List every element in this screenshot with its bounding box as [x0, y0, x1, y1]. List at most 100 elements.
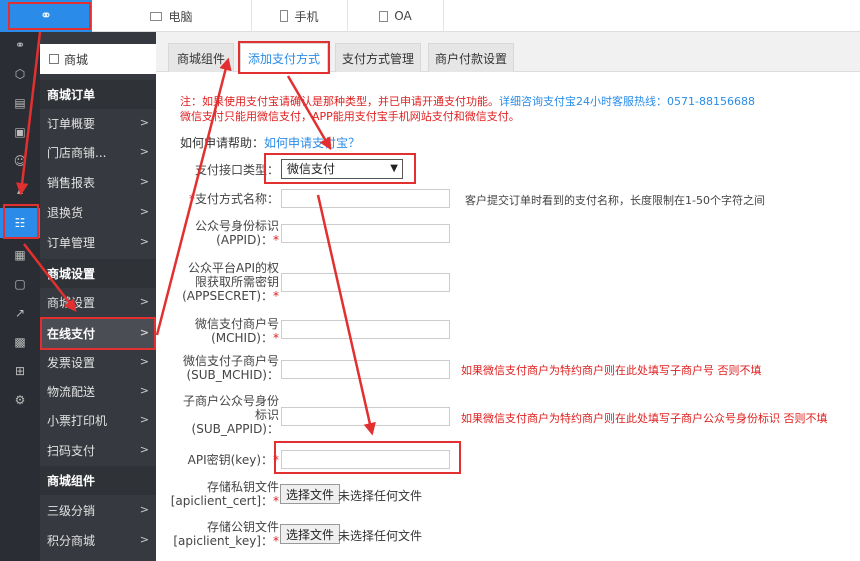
menu-item-label: 积分商城 [47, 534, 96, 548]
rail-cube[interactable]: ⬡ [0, 61, 40, 87]
appsecret-label: 公众平台API的权 限获取所需密钥 (APPSECRET)：* [139, 261, 279, 303]
sub-appid-input[interactable] [281, 407, 450, 426]
mchid-label: 微信支付商户号 (MCHID)：* [139, 317, 279, 345]
notice-red-text: 注：如果使用支付宝请确认是那种类型，并已申请开通支付功能。 [180, 95, 499, 108]
top-tab-label: 手机 [294, 9, 319, 24]
cert-file-button[interactable]: 选择文件 [280, 484, 341, 504]
main-content: 商城组件 添加支付方式 支付方式管理 商户付款设置 注：如果使用支付宝请确认是那… [156, 32, 860, 561]
top-tab-desktop[interactable]: 电脑 [92, 0, 252, 32]
notice-line-2: 微信支付只能用微信支付，APP能用支付宝手机网站支付和微信支付。 [180, 110, 520, 123]
rail-link[interactable]: ⚭ [0, 32, 40, 58]
phone-icon [280, 10, 289, 22]
required-mark: * [273, 233, 279, 247]
menu-item-label: 订单概要 [47, 117, 96, 131]
rail-id-card[interactable]: ▩ [0, 329, 40, 355]
label-text: (APPSECRET)： [182, 289, 273, 303]
icon-rail: ⚭ ⬡ ▤ ▣ ☺ ▴ ☷ ▦ ▢ ↗ ▩ ⊞ ⚙ [0, 32, 40, 561]
grid-icon: ⊞ [14, 364, 26, 378]
api-key-label: API密钥(key)：* [139, 453, 279, 467]
menu-item-label: 扫码支付 [47, 444, 96, 458]
appsecret-input[interactable] [281, 273, 450, 292]
rail-grid[interactable]: ⊞ [0, 358, 40, 384]
annotation-box-payment-type [264, 153, 416, 184]
menu-item-label: 退换货 [47, 206, 84, 220]
rail-document[interactable]: ▤ [0, 90, 40, 116]
annotation-box-online-payment [40, 317, 156, 350]
rail-shop[interactable]: ▦ [0, 242, 40, 268]
sub-mchid-input[interactable] [281, 360, 450, 379]
menu-item-label: 物流配送 [47, 385, 96, 399]
image-icon: ▣ [14, 125, 26, 139]
tab-payment-management[interactable]: 支付方式管理 [335, 43, 421, 72]
menu-item-label: 三级分销 [47, 504, 96, 518]
help-row: 如何申请帮助：如何申请支付宝？ [180, 134, 360, 151]
notice-hotline: 详细咨询支付宝24小时客服热线：0571-88156688 [499, 95, 755, 108]
shop-icon: ▦ [14, 248, 26, 262]
label-text: 支付方式名称： [194, 192, 279, 206]
rail-settings[interactable]: ⚙ [0, 387, 40, 413]
mchid-input[interactable] [281, 320, 450, 339]
help-label: 如何申请帮助： [180, 136, 265, 150]
appid-input[interactable] [281, 224, 450, 243]
link-icon: ⚭ [14, 38, 26, 52]
rail-chart[interactable]: ▴ [0, 177, 40, 203]
sub-appid-hint: 如果微信支付商户为特约商户则在此处填写子商户公众号身份标识 否则不填 [461, 412, 828, 425]
sub-mchid-label: 微信支付子商户号 (SUB_MCHID)： [139, 354, 279, 382]
required-mark: * [273, 289, 279, 303]
rail-image[interactable]: ▣ [0, 119, 40, 145]
payment-name-input[interactable] [281, 189, 450, 208]
chevron-right-icon: > [139, 145, 149, 158]
user-icon: ☺ [13, 154, 27, 168]
document-icon: ▤ [14, 96, 26, 110]
payment-name-hint: 客户提交订单时看到的支付名称，长度限制在1-50个字符之间 [465, 194, 765, 207]
rail-user[interactable]: ☺ [0, 148, 40, 174]
key-file-status: 未选择任何文件 [338, 529, 423, 543]
chevron-right-icon: > [139, 205, 149, 218]
label-text: 公众平台API的权 [188, 261, 279, 275]
menu-item-order-summary[interactable]: 订单概要 > [40, 109, 156, 138]
label-text: 存储公钥文件 [206, 520, 279, 534]
label-text: 微信支付商户号 [194, 317, 279, 331]
menu-store-label: 商城 [64, 52, 89, 67]
cube-icon: ⬡ [14, 67, 26, 81]
annotation-box-api-key [274, 441, 461, 474]
top-bar: ⚭ 电脑 手机 OA [0, 0, 860, 32]
document-icon [379, 10, 389, 22]
monitor-icon [150, 11, 163, 21]
rail-trend[interactable]: ↗ [0, 300, 40, 326]
payment-name-label: *支付方式名称： [139, 192, 279, 206]
required-mark: * [273, 534, 279, 548]
payment-type-label: 支付接口类型： [194, 163, 279, 177]
label-text: 限获取所需密钥 [194, 275, 279, 289]
menu-item-label: 订单管理 [47, 236, 96, 250]
cert-file-label: 存储私钥文件 [apiclient_cert]：* [139, 480, 279, 508]
tab-shop-components[interactable]: 商城组件 [168, 43, 234, 72]
key-file-button[interactable]: 选择文件 [280, 524, 341, 544]
top-tab-label: 电脑 [168, 9, 193, 24]
top-tab-oa[interactable]: OA [348, 0, 444, 32]
help-link[interactable]: 如何申请支付宝？ [264, 136, 360, 150]
label-text: [apiclient_cert]： [170, 494, 273, 508]
top-tab-mobile[interactable]: 手机 [252, 0, 348, 32]
id-card-icon: ▩ [14, 335, 26, 349]
key-file-label: 存储公钥文件 [apiclient_key]：* [139, 520, 279, 548]
label-text: API密钥(key)： [187, 453, 273, 467]
trend-icon: ↗ [14, 306, 26, 320]
rail-briefcase[interactable]: ▢ [0, 271, 40, 297]
sub-mchid-hint: 如果微信支付商户为特约商户则在此处填写子商户号 否则不填 [461, 364, 762, 377]
label-text: 微信支付子商户号 [182, 354, 279, 368]
menu-item-label: 销售报表 [47, 176, 96, 190]
tab-merchant-payment[interactable]: 商户付款设置 [428, 43, 514, 72]
sub-appid-label: 子商户公众号身份 标识 (SUB_APPID)： [139, 394, 279, 436]
briefcase-icon: ▢ [14, 277, 26, 291]
gear-icon: ⚙ [14, 393, 26, 407]
label-text: [apiclient_key]： [173, 534, 273, 548]
label-text: 标识 [254, 408, 279, 422]
label-text: 存储私钥文件 [206, 480, 279, 494]
annotation-box-add-payment-tab [238, 41, 330, 74]
label-text: (SUB_APPID)： [191, 422, 279, 436]
annotation-box-rail [3, 204, 39, 239]
label-text: (APPID)： [216, 233, 273, 247]
menu-store[interactable]: 商城 [40, 44, 156, 74]
cert-file-status: 未选择任何文件 [338, 489, 423, 503]
